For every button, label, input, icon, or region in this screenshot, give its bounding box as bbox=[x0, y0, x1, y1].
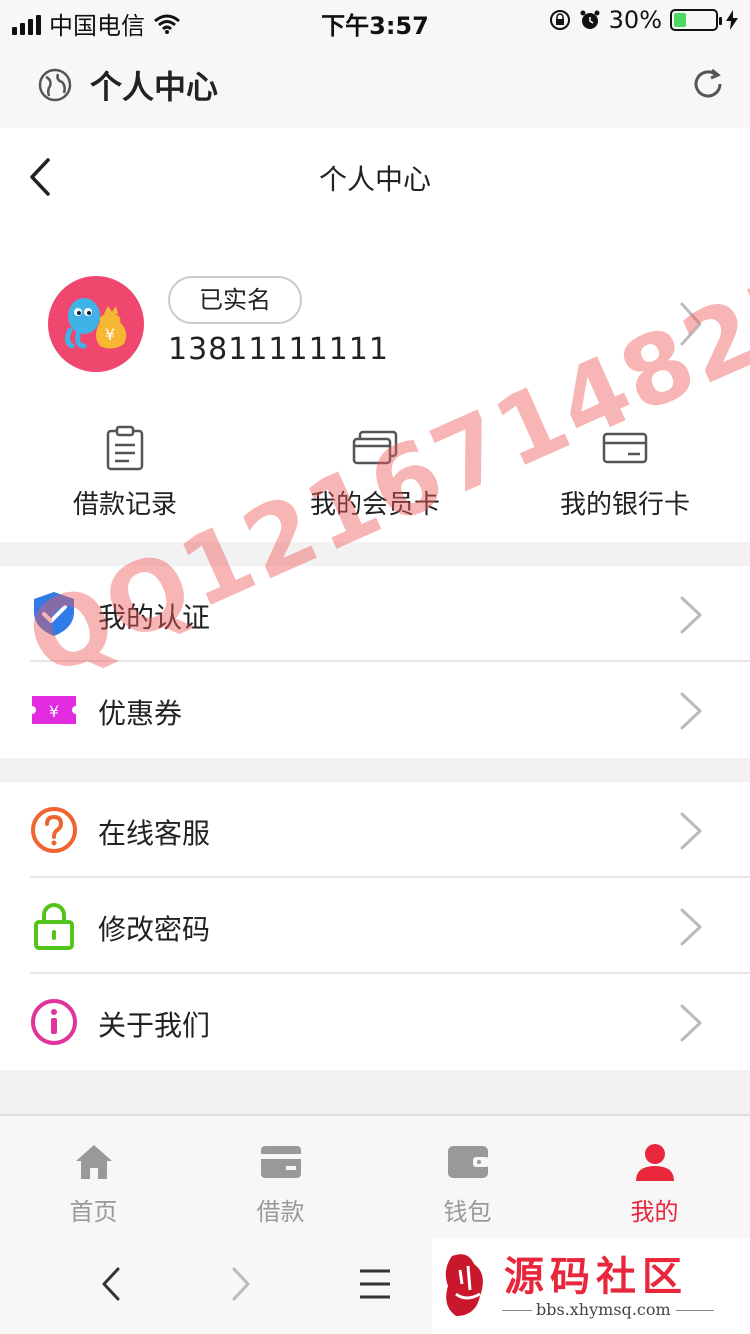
svg-text:¥: ¥ bbox=[49, 702, 59, 721]
user-icon bbox=[635, 1144, 674, 1181]
browser-forward-icon[interactable] bbox=[230, 1266, 252, 1302]
browser-title: 个人中心 bbox=[90, 68, 219, 106]
chevron-right-icon bbox=[680, 812, 702, 850]
chevron-right-icon bbox=[680, 1004, 702, 1042]
wallet-card-icon bbox=[260, 1146, 301, 1178]
menu-item-change-password[interactable]: 修改密码 bbox=[0, 878, 750, 974]
wallet-icon bbox=[447, 1146, 489, 1178]
menu-item-about-us[interactable]: 关于我们 bbox=[0, 974, 750, 1070]
phone-number: 13811111111 bbox=[168, 332, 389, 367]
logo-rule-left bbox=[502, 1310, 532, 1311]
chevron-right-icon bbox=[680, 908, 702, 946]
battery-percent: 30% bbox=[608, 6, 662, 34]
avatar-illustration: ¥ bbox=[64, 298, 127, 349]
logo-rule-right bbox=[676, 1310, 714, 1311]
verified-badge: 已实名 bbox=[168, 276, 302, 324]
tab-wallet[interactable]: 钱包 bbox=[374, 1116, 561, 1236]
menu-group-2: 在线客服 修改密码 关于我们 bbox=[0, 782, 750, 1070]
svg-text:¥: ¥ bbox=[105, 325, 115, 344]
menu-item-label: 在线客服 bbox=[98, 817, 211, 850]
tab-loan[interactable]: 借款 bbox=[187, 1116, 374, 1236]
site-logo-title: 源码社区 bbox=[504, 1253, 688, 1300]
phone-screen: 中国电信 下午3:57 30% 个人中心 个人中心 ¥ 已实名 13811111… bbox=[0, 0, 750, 1334]
globe-icon[interactable] bbox=[38, 68, 72, 102]
tab-label: 首页 bbox=[69, 1198, 118, 1226]
battery-icon bbox=[670, 9, 722, 31]
tab-home[interactable]: 首页 bbox=[0, 1116, 187, 1236]
battery-fill bbox=[674, 13, 686, 27]
browser-header: 个人中心 bbox=[0, 40, 750, 128]
tab-label: 借款 bbox=[256, 1198, 305, 1226]
app-nav-bar: 个人中心 bbox=[0, 128, 750, 228]
avatar[interactable]: ¥ bbox=[48, 276, 144, 372]
browser-back-icon[interactable] bbox=[100, 1266, 122, 1302]
refresh-icon[interactable] bbox=[690, 66, 726, 102]
question-icon bbox=[31, 807, 77, 853]
menu-item-customer-service[interactable]: 在线客服 bbox=[0, 782, 750, 878]
browser-menu-icon[interactable] bbox=[358, 1266, 392, 1302]
lock-icon bbox=[34, 903, 74, 950]
status-bar: 中国电信 下午3:57 30% bbox=[0, 0, 750, 40]
charging-bolt-icon bbox=[726, 10, 738, 30]
rotation-lock-icon bbox=[549, 10, 570, 30]
seal-logo-icon bbox=[445, 1254, 483, 1316]
info-icon bbox=[31, 999, 77, 1045]
clipboard-icon bbox=[106, 425, 144, 471]
menu-item-label: 关于我们 bbox=[98, 1009, 211, 1042]
chevron-right-icon bbox=[680, 596, 702, 634]
alarm-icon bbox=[580, 10, 600, 29]
tab-bar: 首页 借款 钱包 我的 bbox=[0, 1114, 750, 1236]
tab-label: 我的 bbox=[630, 1198, 679, 1226]
tab-label: 钱包 bbox=[443, 1198, 492, 1226]
page-title: 个人中心 bbox=[318, 163, 431, 196]
site-logo: 源码社区 bbs.xhymsq.com bbox=[432, 1238, 750, 1334]
tab-mine[interactable]: 我的 bbox=[561, 1116, 748, 1236]
menu-item-label: 修改密码 bbox=[98, 913, 211, 946]
chevron-right-icon bbox=[680, 692, 702, 730]
home-icon bbox=[75, 1145, 112, 1179]
status-right: 30% bbox=[549, 6, 738, 34]
site-logo-url: bbs.xhymsq.com bbox=[536, 1300, 671, 1319]
